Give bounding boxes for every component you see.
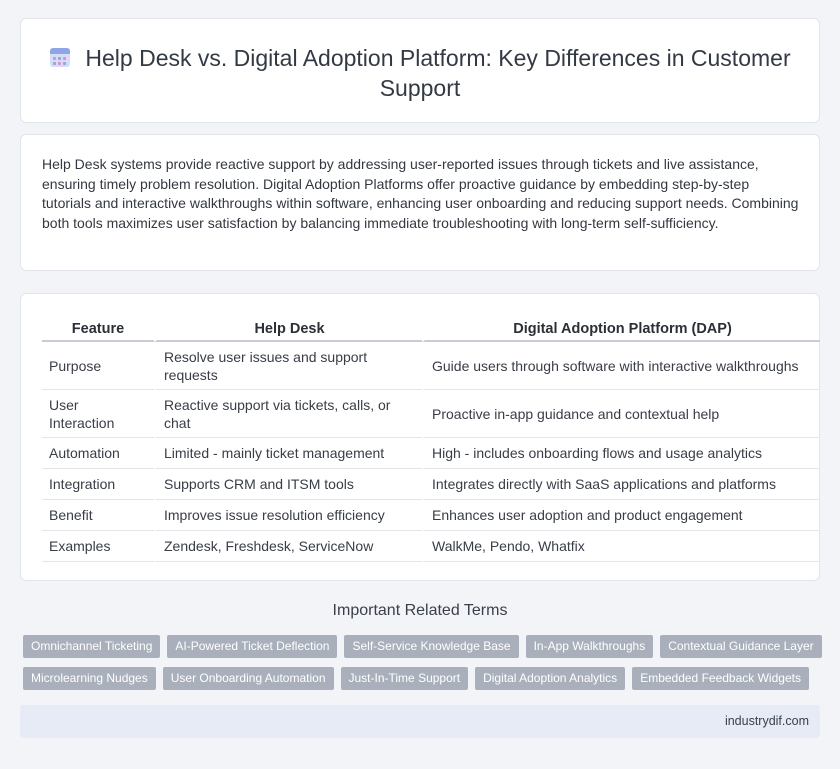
term-tag[interactable]: Digital Adoption Analytics	[475, 667, 626, 690]
term-tag[interactable]: Just-In-Time Support	[340, 667, 469, 690]
related-terms-row: Omnichannel Ticketing AI-Powered Ticket …	[23, 635, 822, 658]
table-row: User Interaction Reactive support via ti…	[42, 390, 820, 438]
header-help-desk: Help Desk	[154, 312, 422, 342]
table-row: Purpose Resolve user issues and support …	[42, 342, 820, 390]
feature-cell: Examples	[42, 531, 154, 562]
title-card: Help Desk vs. Digital Adoption Platform:…	[20, 18, 820, 123]
dap-cell: WalkMe, Pendo, Whatfix	[422, 531, 820, 562]
term-tag[interactable]: User Onboarding Automation	[162, 667, 334, 690]
dap-cell: Proactive in-app guidance and contextual…	[422, 390, 820, 438]
header-feature: Feature	[42, 312, 154, 342]
page-title-wrap: Help Desk vs. Digital Adoption Platform:…	[21, 43, 819, 103]
feature-cell: Purpose	[42, 342, 154, 390]
term-tag[interactable]: AI-Powered Ticket Deflection	[167, 635, 338, 658]
table-row: Automation Limited - mainly ticket manag…	[42, 438, 820, 469]
table-header-row: Feature Help Desk Digital Adoption Platf…	[42, 312, 820, 342]
page-title: Help Desk vs. Digital Adoption Platform:…	[85, 45, 791, 101]
feature-cell: Benefit	[42, 500, 154, 531]
table-row: Integration Supports CRM and ITSM tools …	[42, 469, 820, 500]
term-tag[interactable]: In-App Walkthroughs	[525, 635, 654, 658]
dap-cell: Guide users through software with intera…	[422, 342, 820, 390]
feature-cell: Automation	[42, 438, 154, 469]
dap-cell: Enhances user adoption and product engag…	[422, 500, 820, 531]
related-terms-heading: Important Related Terms	[332, 602, 508, 619]
calendar-icon	[49, 46, 71, 68]
term-tag[interactable]: Embedded Feedback Widgets	[632, 667, 809, 690]
dap-cell: Integrates directly with SaaS applicatio…	[422, 469, 820, 500]
comparison-card: Feature Help Desk Digital Adoption Platf…	[20, 293, 820, 581]
intro-paragraph: Help Desk systems provide reactive suppo…	[42, 156, 799, 231]
term-tag[interactable]: Self-Service Knowledge Base	[344, 635, 519, 658]
footer-site-link[interactable]: industrydif.com	[725, 714, 809, 728]
table-row: Benefit Improves issue resolution effici…	[42, 500, 820, 531]
term-tag[interactable]: Omnichannel Ticketing	[23, 635, 161, 658]
help-desk-cell: Supports CRM and ITSM tools	[154, 469, 422, 500]
help-desk-cell: Resolve user issues and support requests	[154, 342, 422, 390]
table-row: Examples Zendesk, Freshdesk, ServiceNow …	[42, 531, 820, 562]
feature-cell: Integration	[42, 469, 154, 500]
term-tag[interactable]: Microlearning Nudges	[23, 667, 156, 690]
comparison-table: Feature Help Desk Digital Adoption Platf…	[42, 312, 820, 562]
related-terms-row: Microlearning Nudges User Onboarding Aut…	[23, 667, 809, 690]
header-dap: Digital Adoption Platform (DAP)	[422, 312, 820, 342]
help-desk-cell: Improves issue resolution efficiency	[154, 500, 422, 531]
footer: industrydif.com	[20, 705, 820, 738]
feature-cell: User Interaction	[42, 390, 154, 438]
intro-card: Help Desk systems provide reactive suppo…	[20, 134, 820, 271]
term-tag[interactable]: Contextual Guidance Layer	[660, 635, 822, 658]
dap-cell: High - includes onboarding flows and usa…	[422, 438, 820, 469]
help-desk-cell: Limited - mainly ticket management	[154, 438, 422, 469]
help-desk-cell: Zendesk, Freshdesk, ServiceNow	[154, 531, 422, 562]
help-desk-cell: Reactive support via tickets, calls, or …	[154, 390, 422, 438]
